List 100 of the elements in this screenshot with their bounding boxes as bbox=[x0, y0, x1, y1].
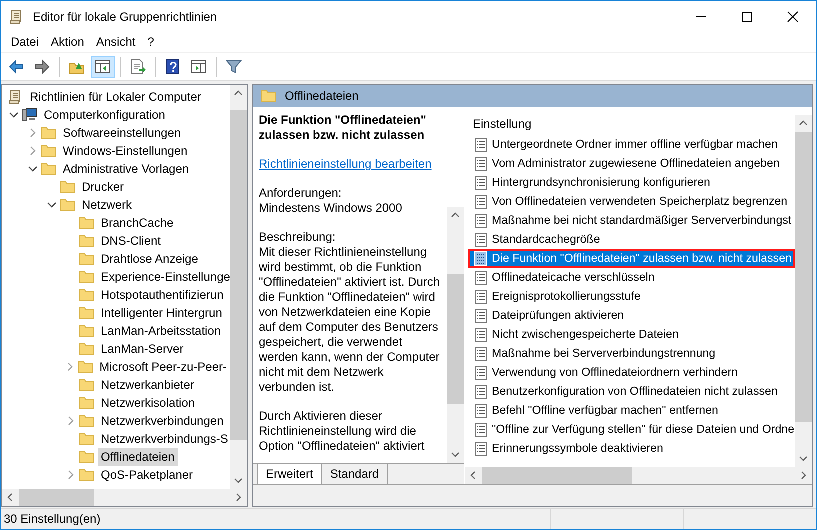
setting-row[interactable]: Maßnahme bei Serververbindungstrennung bbox=[468, 344, 795, 363]
status-text: 30 Einstellung(en) bbox=[3, 511, 102, 528]
column-header[interactable]: Einstellung bbox=[468, 113, 795, 135]
setting-icon bbox=[473, 346, 489, 362]
tree-item[interactable]: DNS-Client bbox=[98, 232, 164, 250]
setting-row[interactable]: "Offline zur Verfügung stellen" für diese Dateien und Ordne bbox=[468, 420, 795, 439]
setting-row[interactable]: Die Funktion "Offlinedateien" zulassen bzw. nicht zulassen bbox=[468, 249, 795, 268]
setting-icon bbox=[473, 270, 489, 286]
tree-item[interactable]: Softwareeinstellungen bbox=[60, 124, 184, 142]
folder-icon bbox=[79, 251, 95, 267]
description-text: Mit dieser Richtlinieneinstellung wird bestimmt, ob die Funktion "Offlinedateien" aktiviert ist. Durch die Funktion "Offlinedateien" wird von Netzwerkdateien eine Kopie auf dem Computer des Benutzers gespeichert, die verwendet werden kann, wenn der Computer nicht mit dem Netzwerk verbunden ist. bbox=[259, 245, 442, 395]
tree-item[interactable]: Hotspotauthentifizierun bbox=[98, 286, 227, 304]
tree-item[interactable]: Netzwerkverbindungs-S bbox=[98, 430, 230, 448]
setting-icon bbox=[473, 194, 489, 210]
folder-icon bbox=[261, 88, 277, 104]
setting-row[interactable]: Verwendung von Offlinedateiordnern verhindern bbox=[468, 363, 795, 382]
edit-policy-link[interactable]: Richtlinieneinstellung bearbeiten bbox=[259, 157, 432, 171]
setting-icon bbox=[473, 422, 489, 438]
scrollbar-thumb[interactable] bbox=[19, 489, 94, 506]
setting-icon bbox=[473, 232, 489, 248]
tree-item[interactable]: Drucker bbox=[79, 178, 128, 196]
folder-icon bbox=[41, 125, 57, 141]
scrollbar-thumb[interactable] bbox=[230, 110, 247, 440]
folder-icon bbox=[78, 359, 94, 375]
folder-icon bbox=[60, 197, 76, 213]
tree-item[interactable]: LanMan-Arbeitsstation bbox=[98, 322, 224, 340]
folder-icon bbox=[79, 215, 95, 231]
scrollbar-thumb[interactable] bbox=[447, 274, 464, 404]
export-list-icon bbox=[130, 58, 146, 74]
folder-icon bbox=[79, 377, 95, 393]
folder-icon bbox=[79, 413, 95, 429]
forward-icon bbox=[34, 58, 50, 74]
folder-icon bbox=[79, 395, 95, 411]
setting-row[interactable]: Erinnerungssymbole deaktivieren bbox=[468, 439, 795, 458]
setting-row[interactable]: Standardcachegröße bbox=[468, 230, 795, 249]
setting-row[interactable]: Offlinedateicache verschlüsseln bbox=[468, 268, 795, 287]
setting-row[interactable]: Maßnahme bei nicht standardmäßiger Serververbindungst bbox=[468, 211, 795, 230]
scrollbar-thumb[interactable] bbox=[795, 132, 812, 422]
setting-icon bbox=[473, 308, 489, 324]
tree-item[interactable]: Netzwerkverbindungen bbox=[98, 412, 227, 430]
folder-icon bbox=[41, 161, 57, 177]
folder-icon bbox=[79, 467, 95, 483]
setting-row[interactable]: Ereignisprotokollierungsstufe bbox=[468, 287, 795, 306]
setting-icon bbox=[473, 174, 489, 190]
tree-item[interactable]: BranchCache bbox=[98, 214, 177, 232]
setting-row[interactable]: Benutzerkonfiguration von Offlinedateien nicht zulassen bbox=[468, 382, 795, 401]
folder-icon bbox=[79, 233, 95, 249]
description-text: Anforderungen: bbox=[259, 186, 343, 201]
scrollbar-thumb[interactable] bbox=[482, 467, 632, 484]
setting-icon bbox=[473, 402, 489, 418]
action-pane-icon bbox=[191, 58, 207, 74]
folder-icon bbox=[79, 323, 95, 339]
tab[interactable]: Erweitert bbox=[257, 464, 322, 485]
setting-icon bbox=[473, 288, 489, 304]
window-title: Editor für lokale Gruppenrichtlinien bbox=[33, 8, 218, 26]
pane-header: Offlinedateien bbox=[285, 88, 359, 105]
back-icon bbox=[8, 58, 24, 74]
tree-item[interactable]: Computerkonfiguration bbox=[41, 106, 168, 124]
menu-item[interactable]: Datei bbox=[5, 33, 46, 51]
tree-item[interactable]: LanMan-Server bbox=[98, 340, 187, 358]
folder-icon bbox=[79, 341, 95, 357]
setting-icon bbox=[473, 212, 489, 228]
tree-item[interactable]: Microsoft Peer-zu-Peer- bbox=[96, 358, 230, 376]
policy-title: Die Funktion "Offlinedateien" zulassen bzw. nicht zulassen bbox=[259, 113, 428, 143]
setting-row[interactable]: Dateiprüfungen aktivieren bbox=[468, 306, 795, 325]
tree-item[interactable]: Experience-Einstellunge bbox=[98, 268, 230, 286]
tree-item[interactable]: Administrative Vorlagen bbox=[60, 160, 192, 178]
tree-item[interactable]: Intelligenter Hintergrun bbox=[98, 304, 226, 322]
setting-icon bbox=[473, 440, 489, 456]
setting-row[interactable]: Untergeordnete Ordner immer offline verfügbar machen bbox=[468, 135, 795, 154]
menu-item[interactable]: Ansicht bbox=[90, 33, 142, 51]
folder-icon bbox=[41, 143, 57, 159]
filter-icon bbox=[226, 58, 242, 74]
folder-icon bbox=[79, 287, 95, 303]
tree-pane-icon bbox=[95, 58, 111, 74]
setting-row[interactable]: Vom Administrator zugewiesene Offlinedateien angeben bbox=[468, 154, 795, 173]
setting-row[interactable]: Von Offlinedateien verwendeten Speicherplatz begrenzen bbox=[468, 192, 795, 211]
setting-row[interactable]: Hintergrundsynchronisierung konfigurieren bbox=[468, 173, 795, 192]
menu-item[interactable]: Aktion bbox=[45, 33, 90, 51]
tree-pane-button[interactable] bbox=[91, 56, 115, 78]
tree-item[interactable]: Netzwerk bbox=[79, 196, 136, 214]
folder-icon bbox=[79, 269, 95, 285]
tree-item[interactable]: Richtlinien für Lokaler Computer bbox=[27, 88, 204, 106]
tree-item[interactable]: Netzwerkisolation bbox=[98, 394, 198, 412]
description-text: Beschreibung: bbox=[259, 230, 337, 245]
tree-item[interactable]: QoS-Paketplaner bbox=[98, 466, 196, 484]
setting-icon bbox=[473, 326, 489, 342]
description-text: Durch Aktivieren dieser Richtlinieneinstellung wird die Option "Offlinedateien" aktiviert bbox=[259, 409, 426, 454]
tree-item[interactable]: Windows-Einstellungen bbox=[60, 142, 191, 160]
tree-item[interactable]: Offlinedateien bbox=[98, 448, 178, 466]
description-text: Mindestens Windows 2000 bbox=[259, 201, 404, 216]
setting-row[interactable]: Nicht zwischengespeicherte Dateien bbox=[468, 325, 795, 344]
setting-icon bbox=[473, 136, 489, 152]
tree-item[interactable]: Drahtlose Anzeige bbox=[98, 250, 202, 268]
maximize-icon bbox=[741, 10, 753, 22]
tree-item[interactable]: Netzwerkanbieter bbox=[98, 376, 198, 394]
menu-item[interactable]: ? bbox=[142, 33, 160, 51]
setting-icon bbox=[473, 384, 489, 400]
computer-icon bbox=[22, 107, 38, 123]
setting-row[interactable]: Befehl "Offline verfügbar machen" entfernen bbox=[468, 401, 795, 420]
